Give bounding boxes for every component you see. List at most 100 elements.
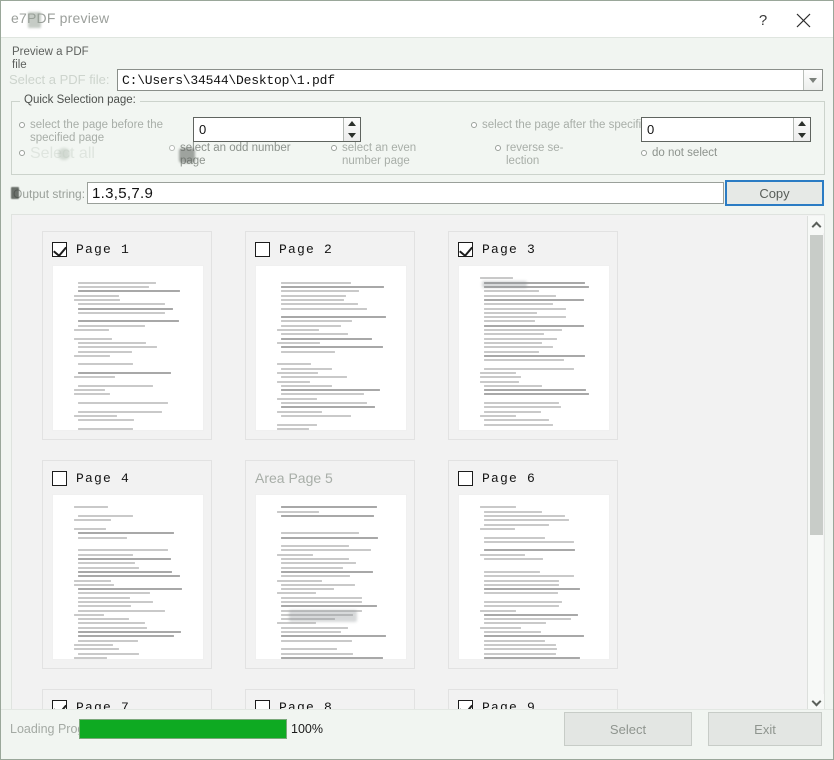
pdf-file-dropdown-button[interactable]	[803, 70, 822, 90]
page-thumbnail-card[interactable]: Page 1	[42, 231, 212, 440]
radio-do-not-select[interactable]: do not select	[641, 147, 717, 160]
page-after-spinner[interactable]: 0	[641, 117, 811, 142]
output-string-input[interactable]: 1.3,5,7.9	[87, 182, 724, 204]
page-preview-smudge	[481, 280, 527, 288]
triangle-down-icon	[798, 132, 806, 138]
page-preview-text-lines	[74, 506, 194, 659]
page-thumbnail-card[interactable]: Page 3	[448, 231, 618, 440]
radio-dot-icon	[471, 122, 477, 128]
page-checkbox[interactable]	[52, 471, 67, 486]
page-title-label: Page 4	[76, 471, 131, 486]
close-x-icon	[796, 13, 810, 27]
page-preview-image	[255, 494, 407, 660]
chevron-up-icon	[811, 221, 821, 231]
page-thumbnail-grid: Page 1 Page 2 Page 3 Page 4 Area Page 5 Page …	[42, 231, 809, 710]
page-preview-text-lines	[480, 277, 600, 426]
page-title-label: Area Page 5	[255, 470, 333, 486]
radio-reverse-selection[interactable]: reverse se-lection	[495, 142, 576, 168]
page-thumbnail-card[interactable]: Page 4	[42, 460, 212, 669]
output-string-label: Output string:	[13, 187, 86, 201]
radio-label: select an odd number page	[180, 142, 291, 167]
radio-label: select an even number page	[342, 142, 417, 167]
page-thumbnails-panel: Page 1 Page 2 Page 3 Page 4 Area Page 5 Page …	[11, 214, 825, 711]
page-thumbnail-card[interactable]: Page 9	[448, 689, 618, 710]
pdf-preview-window: e7PDF preview ? Preview a PDF file Selec…	[0, 0, 834, 760]
spinner-up-button[interactable]	[344, 118, 360, 130]
preview-section-label: Preview a PDF file	[12, 46, 89, 71]
page-preview-image	[255, 265, 407, 431]
select-button[interactable]: Select	[564, 712, 692, 746]
triangle-up-icon	[348, 121, 356, 127]
radio-label: reverse se-lection	[506, 142, 564, 167]
mouse-cursor-artifact	[28, 12, 41, 28]
spinner-down-button[interactable]	[344, 130, 360, 142]
radio-dot-icon	[495, 145, 501, 151]
page-checkbox[interactable]	[458, 242, 473, 257]
spinner-buttons[interactable]	[343, 118, 360, 141]
page-thumbnail-header: Page 4	[52, 469, 202, 488]
page-preview-image	[52, 494, 204, 660]
page-after-spinner-value[interactable]: 0	[642, 118, 793, 141]
window-title: e7PDF preview	[11, 10, 110, 26]
page-thumbnail-card[interactable]: Page 7Cool	[42, 689, 212, 710]
page-thumbnail-header: Page 1	[52, 240, 202, 259]
page-thumbnail-card[interactable]: Page 6	[448, 460, 618, 669]
page-preview-smudge	[289, 609, 357, 622]
page-thumbnail-card[interactable]: Area Page 5	[245, 460, 415, 669]
radio-dot-icon	[641, 150, 647, 156]
chevron-down-icon	[811, 696, 821, 706]
spinner-up-button[interactable]	[794, 118, 810, 130]
page-preview-image	[458, 494, 610, 660]
page-title-label: Page 2	[279, 242, 334, 257]
radio-dot-icon	[331, 145, 337, 151]
vertical-scrollbar[interactable]	[807, 216, 824, 710]
radio-select-all[interactable]: Select all	[19, 146, 95, 162]
radio-select-even-pages[interactable]: select an even number page	[331, 142, 452, 168]
page-preview-text-lines	[277, 277, 397, 430]
radio-select-before-page[interactable]: select the page before the specified pag…	[19, 119, 180, 145]
page-thumbnail-header: Page 2	[255, 240, 405, 259]
page-checkbox[interactable]	[255, 242, 270, 257]
page-before-spinner-value[interactable]: 0	[194, 118, 343, 141]
file-field-label: Select a PDF file:	[9, 72, 110, 87]
page-preview-image	[458, 265, 610, 431]
page-title-label: Page 1	[76, 242, 131, 257]
loading-progress-bar	[79, 719, 287, 739]
scroll-up-button[interactable]	[808, 216, 824, 233]
radio-dot-icon	[19, 122, 25, 128]
page-preview-image	[52, 265, 204, 431]
close-button[interactable]	[789, 7, 817, 33]
mouse-cursor-artifact-secondary	[58, 148, 70, 160]
radio-label: select the page before the specified pag…	[30, 119, 163, 144]
page-thumbnail-card[interactable]: Page 8Article	[245, 689, 415, 710]
page-thumbnail-header: Page 6	[458, 469, 608, 488]
page-checkbox[interactable]	[52, 242, 67, 257]
page-thumbnails-scroll-area: Page 1 Page 2 Page 3 Page 4 Area Page 5 Page …	[12, 215, 809, 710]
triangle-down-icon	[348, 132, 356, 138]
page-preview-text-lines	[480, 506, 600, 659]
page-title-label: Page 6	[482, 471, 537, 486]
exit-button[interactable]: Exit	[708, 712, 822, 746]
spinner-down-button[interactable]	[794, 130, 810, 142]
help-button[interactable]: ?	[749, 7, 777, 33]
chevron-down-icon	[809, 77, 817, 83]
radio-dot-icon	[19, 150, 25, 156]
scrollbar-thumb[interactable]	[810, 235, 823, 535]
triangle-up-icon	[798, 121, 806, 127]
loading-progress-fill	[80, 720, 286, 738]
page-before-spinner[interactable]: 0	[193, 117, 361, 142]
page-thumbnail-card[interactable]: Page 2	[245, 231, 415, 440]
pdf-file-combobox[interactable]: C:\Users\34544\Desktop\1.pdf	[117, 69, 823, 91]
page-checkbox[interactable]	[458, 471, 473, 486]
page-preview-text-lines	[277, 506, 397, 659]
page-preview-text-lines	[74, 277, 194, 430]
page-title-label: Page 3	[482, 242, 537, 257]
mouse-cursor-artifact	[179, 148, 195, 163]
title-bar: e7PDF preview ?	[1, 1, 833, 38]
page-thumbnail-header: Area Page 5	[255, 469, 405, 488]
copy-button[interactable]: Copy	[725, 180, 824, 206]
text-cursor-artifact	[11, 187, 19, 199]
pdf-file-path-input[interactable]: C:\Users\34544\Desktop\1.pdf	[118, 73, 803, 88]
quick-selection-title: Quick Selection page:	[20, 94, 140, 106]
spinner-buttons[interactable]	[793, 118, 810, 141]
